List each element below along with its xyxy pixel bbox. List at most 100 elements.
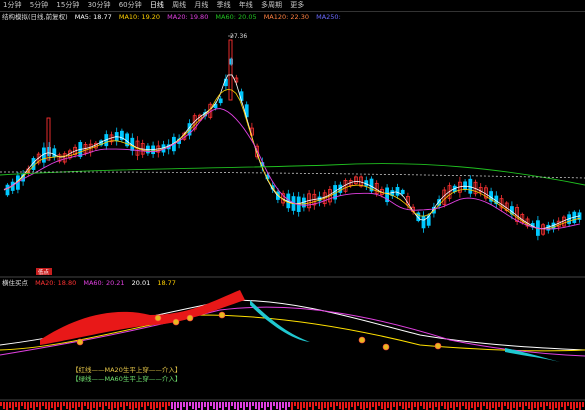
volume-bar: [123, 402, 125, 410]
volume-bar: [399, 402, 401, 406]
volume-bar: [498, 402, 500, 407]
volume-bar: [45, 402, 47, 409]
volume-bar: [378, 402, 380, 406]
volume-bar: [465, 402, 467, 409]
volume-bar: [24, 402, 26, 409]
volume-bar: [558, 402, 560, 410]
candle-body: [463, 181, 468, 190]
volume-bar: [381, 402, 383, 409]
volume-bar: [33, 402, 35, 410]
volume-bar: [393, 402, 395, 407]
volume-bar: [54, 402, 56, 410]
buy-marker-icon: [76, 338, 84, 346]
volume-bar: [81, 402, 83, 410]
volume-bar: [309, 402, 311, 407]
volume-bar: [423, 402, 425, 409]
volume-bar: [72, 402, 74, 408]
volume-bar: [444, 402, 446, 409]
volume-bar: [267, 402, 269, 407]
volume-bar: [510, 402, 512, 410]
volume-bar: [579, 402, 581, 410]
volume-bar: [135, 402, 137, 408]
volume-bar: [165, 402, 167, 410]
volume-bar: [315, 402, 317, 406]
low-label: 低点: [38, 268, 50, 276]
volume-bar: [48, 402, 50, 410]
volume-bar: [297, 402, 299, 409]
volume-bar: [141, 402, 143, 407]
sub-ma60: MA60: 20.21: [83, 279, 125, 287]
volume-bar: [84, 402, 86, 406]
volume-bar: [261, 402, 263, 408]
volume-bar: [318, 402, 320, 409]
sub-legend: 横住买点 MA20: 18.80 MA60: 20.21 20.01 18.77: [2, 278, 585, 288]
volume-bar: [111, 402, 113, 410]
volume-bar: [276, 402, 278, 409]
volume-bar: [39, 402, 41, 410]
volume-bar: [9, 402, 11, 408]
volume-bar: [171, 402, 173, 409]
volume-bar: [210, 402, 212, 406]
volume-bar: [153, 402, 155, 410]
volume-bar: [159, 402, 161, 410]
volume-bar: [102, 402, 104, 410]
volume-bar: [30, 402, 32, 408]
volume-bar: [354, 402, 356, 410]
sub-indicator: [0, 290, 585, 410]
volume-bar: [432, 402, 434, 410]
volume-bar: [492, 402, 494, 408]
volume-bar: [12, 402, 14, 410]
sub-title: 横住买点: [2, 279, 28, 287]
volume-bar: [42, 402, 44, 406]
kline-chart: 27.36 低点: [0, 33, 585, 410]
volume-bar: [6, 402, 8, 410]
candle-body: [421, 215, 426, 229]
sub-red-area: [40, 290, 245, 345]
volume-bar: [78, 402, 80, 407]
volume-bar: [198, 402, 200, 408]
note-red-line: 【红线——MA20生平上穿——介入】: [72, 366, 182, 374]
volume-bar: [255, 402, 257, 409]
volume-bar: [525, 402, 527, 406]
volume-bar: [288, 402, 290, 407]
volume-bar: [549, 402, 551, 409]
volume-bar: [87, 402, 89, 409]
volume-bar: [147, 402, 149, 406]
volume-bar: [576, 402, 578, 408]
buy-marker-icon: [358, 336, 366, 344]
volume-bar: [246, 402, 248, 407]
volume-bar: [582, 402, 584, 407]
volume-bar: [36, 402, 38, 407]
volume-bar: [150, 402, 152, 409]
volume-bar: [324, 402, 326, 408]
volume-bar: [252, 402, 254, 406]
ma120-line: [0, 171, 585, 179]
volume-bar: [528, 402, 530, 409]
volume-bar: [90, 402, 92, 410]
volume-bar: [69, 402, 71, 410]
volume-bar: [186, 402, 188, 410]
volume-bar: [126, 402, 128, 406]
sub-cyan-area: [505, 348, 560, 362]
candle-body: [5, 184, 10, 196]
volume-bar: [201, 402, 203, 410]
volume-bar: [75, 402, 77, 410]
buy-marker-icon: [186, 314, 194, 322]
volume-bar: [306, 402, 308, 410]
volume-bar: [486, 402, 488, 409]
volume-bar: [369, 402, 371, 410]
volume-bar: [303, 402, 305, 408]
volume-bar: [21, 402, 23, 406]
volume-bar: [513, 402, 515, 408]
note-green-line: 【绿线——MA60生平上穿——介入】: [72, 375, 182, 383]
volume-bar: [129, 402, 131, 409]
volume-bar: [471, 402, 473, 408]
volume-bar: [180, 402, 182, 410]
sub-value-1: 20.01: [131, 279, 151, 287]
volume-bar: [237, 402, 239, 410]
volume-bar: [357, 402, 359, 406]
volume-bar: [390, 402, 392, 410]
volume-bar: [99, 402, 101, 407]
volume-bar: [438, 402, 440, 410]
volume-bar: [363, 402, 365, 410]
